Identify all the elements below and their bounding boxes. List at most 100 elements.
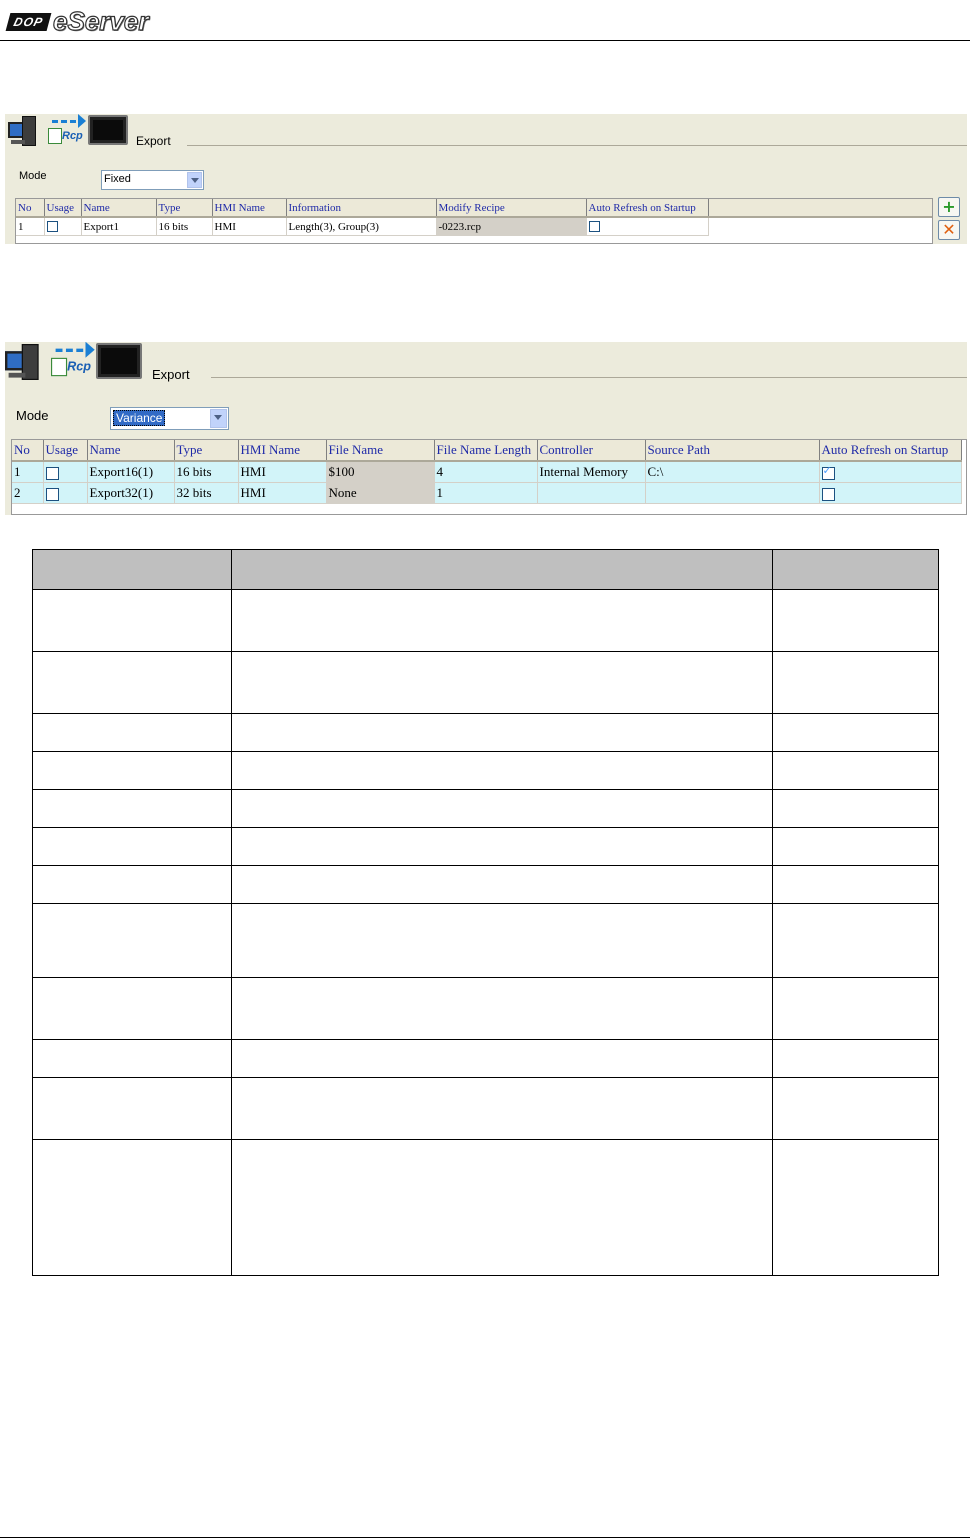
table-cell xyxy=(772,713,939,752)
usage-checkbox[interactable] xyxy=(45,466,59,480)
cell-type[interactable]: 32 bits xyxy=(174,482,239,504)
cell-hmi-name[interactable]: HMI xyxy=(212,217,287,236)
cell-controller[interactable]: Internal Memory xyxy=(537,461,646,483)
table-cell xyxy=(772,1139,939,1276)
table-cell xyxy=(32,977,232,1040)
grid-header-row: No Usage Name Type HMI Name File Name Fi… xyxy=(12,440,962,462)
logo-badge: DOP xyxy=(5,12,52,31)
cell-type[interactable]: 16 bits xyxy=(174,461,239,483)
table-row xyxy=(32,903,939,978)
recipe-transfer-icon: Rcp xyxy=(51,342,95,379)
delete-row-button[interactable]: ✕ xyxy=(938,220,960,240)
table-row xyxy=(32,865,939,904)
add-row-button[interactable]: + xyxy=(938,197,960,217)
cell-auto-refresh[interactable] xyxy=(586,217,709,236)
cell-file-name[interactable]: None xyxy=(326,482,435,504)
table-cell xyxy=(32,865,232,904)
col-header-usage[interactable]: Usage xyxy=(44,199,82,218)
col-header-name[interactable]: Name xyxy=(87,440,175,462)
cell-source-path[interactable]: C:\ xyxy=(645,461,820,483)
cell-hmi-name[interactable]: HMI xyxy=(238,461,327,483)
cell-no: 1 xyxy=(16,217,45,236)
table-cell xyxy=(230,1039,774,1078)
table-row[interactable]: 1 Export1 16 bits HMI Length(3), Group(3… xyxy=(16,217,932,236)
cell-auto-refresh[interactable] xyxy=(819,482,962,504)
col-header-type[interactable]: Type xyxy=(174,440,239,462)
cell-usage[interactable] xyxy=(44,217,82,236)
mode-select-value: Variance xyxy=(113,410,166,426)
cell-name[interactable]: Export1 xyxy=(81,217,157,236)
hmi-screen-icon xyxy=(96,343,142,379)
logo-text: eServer xyxy=(52,5,149,36)
table-cell xyxy=(32,1039,232,1078)
table-row[interactable]: 1 Export16(1) 16 bits HMI $100 4 Interna… xyxy=(12,461,962,483)
table-cell xyxy=(772,977,939,1040)
cell-usage[interactable] xyxy=(43,461,88,483)
section-title: Export xyxy=(136,134,171,148)
usage-checkbox[interactable] xyxy=(46,221,58,233)
cell-source-path[interactable] xyxy=(645,482,820,504)
col-header-usage[interactable]: Usage xyxy=(43,440,88,462)
table-row xyxy=(32,977,939,1040)
mode-label: Mode xyxy=(19,170,47,182)
cell-type[interactable]: 16 bits xyxy=(156,217,213,236)
table-cell xyxy=(772,827,939,866)
auto-refresh-checkbox[interactable] xyxy=(821,487,835,501)
table-cell xyxy=(230,713,774,752)
grid-header-row: No Usage Name Type HMI Name Information … xyxy=(16,199,932,218)
chevron-down-icon[interactable] xyxy=(187,172,202,188)
chevron-down-icon[interactable] xyxy=(210,409,227,428)
cell-file-name-length[interactable]: 4 xyxy=(434,461,538,483)
table-row xyxy=(32,1039,939,1078)
table-cell xyxy=(32,1077,232,1140)
table-row xyxy=(32,751,939,790)
table-row[interactable]: 2 Export32(1) 32 bits HMI None 1 xyxy=(12,482,962,504)
auto-refresh-checkbox[interactable] xyxy=(821,464,835,480)
col-header-source-path[interactable]: Source Path xyxy=(645,440,820,462)
table-cell xyxy=(772,589,939,652)
cell-hmi-name[interactable]: HMI xyxy=(238,482,327,504)
col-header-no[interactable]: No xyxy=(12,440,44,462)
mode-select[interactable]: Fixed xyxy=(101,170,204,190)
col-header-controller[interactable]: Controller xyxy=(537,440,646,462)
table-cell xyxy=(230,589,774,652)
col-header-no[interactable]: No xyxy=(16,199,45,218)
col-header-modify-recipe[interactable]: Modify Recipe xyxy=(436,199,587,218)
cell-modify-recipe[interactable]: -0223.rcp xyxy=(436,217,587,236)
table-cell xyxy=(772,865,939,904)
cell-file-name[interactable]: $100 xyxy=(326,461,435,483)
col-header-auto-refresh[interactable]: Auto Refresh on Startup xyxy=(819,440,962,462)
table-row xyxy=(32,1077,939,1140)
cell-auto-refresh[interactable] xyxy=(819,461,962,483)
recipe-transfer-icon: Rcp xyxy=(48,114,86,146)
cell-name[interactable]: Export16(1) xyxy=(87,461,175,483)
cell-usage[interactable] xyxy=(43,482,88,504)
table-cell xyxy=(32,789,232,828)
table-row xyxy=(32,651,939,714)
mode-select[interactable]: Variance xyxy=(110,407,229,430)
cell-information[interactable]: Length(3), Group(3) xyxy=(286,217,437,236)
table-cell xyxy=(230,651,774,714)
table-cell xyxy=(32,903,232,978)
col-header-hmi-name[interactable]: HMI Name xyxy=(212,199,287,218)
table-cell xyxy=(230,903,774,978)
table-cell xyxy=(772,651,939,714)
cell-controller[interactable] xyxy=(537,482,646,504)
table-cell xyxy=(230,977,774,1040)
table-cell xyxy=(32,827,232,866)
usage-checkbox[interactable] xyxy=(45,487,59,501)
table-cell xyxy=(230,1139,774,1276)
cell-name[interactable]: Export32(1) xyxy=(87,482,175,504)
col-header-auto-refresh[interactable]: Auto Refresh on Startup xyxy=(586,199,709,218)
col-header-name[interactable]: Name xyxy=(81,199,157,218)
table-cell xyxy=(230,789,774,828)
col-header-file-name[interactable]: File Name xyxy=(326,440,435,462)
col-header-hmi-name[interactable]: HMI Name xyxy=(238,440,327,462)
cell-no: 1 xyxy=(12,461,44,483)
col-header-file-name-length[interactable]: File Name Length xyxy=(434,440,538,462)
col-header-type[interactable]: Type xyxy=(156,199,213,218)
table-cell xyxy=(32,1139,232,1276)
cell-file-name-length[interactable]: 1 xyxy=(434,482,538,504)
auto-refresh-checkbox[interactable] xyxy=(588,221,600,233)
col-header-information[interactable]: Information xyxy=(286,199,437,218)
